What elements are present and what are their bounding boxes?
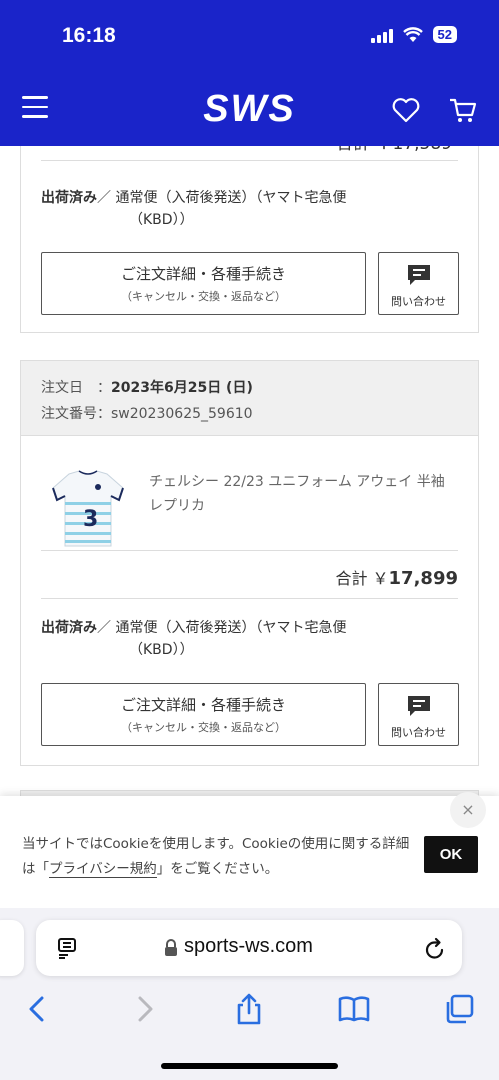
address-bar[interactable]: sports-ws.com <box>36 920 462 976</box>
chat-icon <box>408 265 430 285</box>
product-row[interactable]: 3 チェルシー 22/23 ユニフォーム アウェイ 半袖 レプリカ <box>41 456 458 551</box>
order-header: 注文日 ：2023年6月25日 (日) 注文番号：sw20230625_5961… <box>21 361 478 436</box>
reload-icon[interactable] <box>424 936 446 960</box>
app-header: 16:18 52 SWS <box>0 0 499 146</box>
wifi-icon <box>402 26 423 42</box>
order-date: 2023年6月25日 (日) <box>111 380 253 396</box>
privacy-policy-link[interactable]: プライバシー規約 <box>49 861 157 878</box>
order-detail-button[interactable]: ご注文詳細・各種手続き （キャンセル・交換・返品など） <box>41 252 366 315</box>
order-card: 合計 ￥17,589 出荷済み／ 通常便（入荷後発送）（ヤマト宅急便 （KBD）… <box>20 146 479 333</box>
close-icon[interactable]: × <box>450 792 486 828</box>
previous-tab[interactable] <box>0 920 24 976</box>
inquiry-button[interactable]: 問い合わせ <box>378 683 459 746</box>
bookmarks-icon[interactable] <box>337 992 371 1026</box>
cookie-banner: × 当サイトではCookieを使用します。Cookieの使用に関する詳細は「プラ… <box>0 792 499 908</box>
shipping-info: 出荷済み／ 通常便（入荷後発送）（ヤマト宅急便 （KBD）） <box>41 190 347 228</box>
battery-icon: 52 <box>432 26 457 43</box>
heart-icon[interactable] <box>390 94 422 126</box>
cookie-message: 当サイトではCookieを使用します。Cookieの使用に関する詳細は「プライバ… <box>22 836 410 878</box>
tabs-icon[interactable] <box>442 992 476 1026</box>
order-detail-button[interactable]: ご注文詳細・各種手続き （キャンセル・交換・返品など） <box>41 683 366 746</box>
reader-icon[interactable] <box>56 936 80 960</box>
status-time: 16:18 <box>62 24 116 47</box>
lock-icon <box>165 939 177 956</box>
inquiry-button[interactable]: 問い合わせ <box>378 252 459 315</box>
order-number: sw20230625_59610 <box>111 406 253 422</box>
order-card: 注文日 ：2023年6月25日 (日) 注文番号：sw20230625_5961… <box>20 360 479 766</box>
signal-icon <box>370 27 393 43</box>
site-logo[interactable]: SWS <box>0 88 499 131</box>
status-indicators: 52 <box>370 26 457 43</box>
browser-toolbar: sports-ws.com <box>0 908 499 1080</box>
forward-icon[interactable] <box>128 992 162 1026</box>
cart-icon[interactable] <box>447 94 479 126</box>
cookie-ok-button[interactable]: OK <box>424 836 478 873</box>
url-text[interactable]: sports-ws.com <box>184 935 313 958</box>
share-icon[interactable] <box>232 992 266 1026</box>
order-total: 合計 ￥17,589 <box>336 146 452 154</box>
chat-icon <box>408 696 430 716</box>
shipping-info: 出荷済み／ 通常便（入荷後発送）（ヤマト宅急便 （KBD）） <box>41 620 347 658</box>
back-icon[interactable] <box>20 992 54 1026</box>
svg-text:3: 3 <box>83 507 98 532</box>
home-indicator <box>161 1063 338 1069</box>
orders-list: 合計 ￥17,589 出荷済み／ 通常便（入荷後発送）（ヤマト宅急便 （KBD）… <box>0 146 499 796</box>
product-name[interactable]: チェルシー 22/23 ユニフォーム アウェイ 半袖 レプリカ <box>149 470 459 518</box>
product-image[interactable]: 3 <box>47 468 129 552</box>
order-total: 合計 ￥17,899 <box>41 551 458 599</box>
